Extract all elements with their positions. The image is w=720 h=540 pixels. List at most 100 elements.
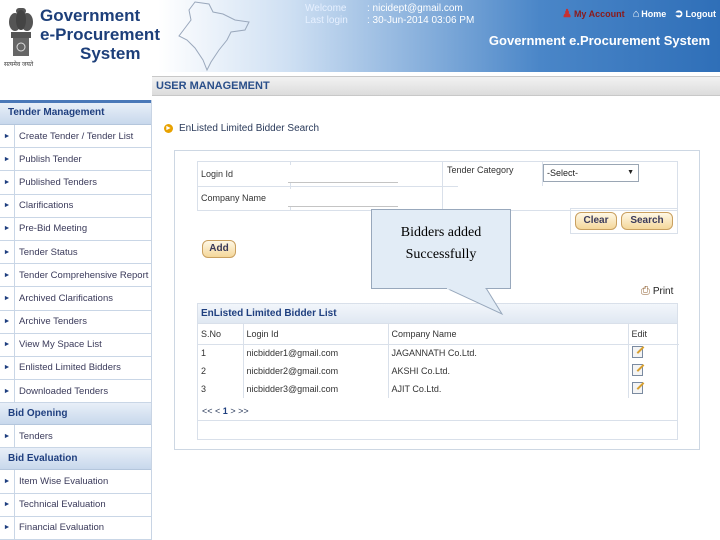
sidebar-item-clarifications[interactable]: ► Clarifications — [0, 194, 151, 218]
section-title: USER MANAGEMENT — [152, 76, 720, 96]
edit-icon[interactable] — [631, 382, 643, 394]
national-emblem-icon — [9, 8, 33, 56]
logout-icon: ➲ — [674, 8, 684, 20]
sidebar-item-technical-evaluation[interactable]: ► Technical Evaluation — [0, 493, 151, 517]
sidebar-item-publish-tender[interactable]: ► Publish Tender — [0, 148, 151, 172]
sidebar-item-tender-comprehensive-report[interactable]: ► Tender Comprehensive Report — [0, 264, 151, 288]
home-link[interactable]: ⌂ Home — [633, 7, 667, 20]
sidebar-item-published-tenders[interactable]: ► Published Tenders — [0, 171, 151, 195]
arrow-right-icon: ► — [3, 478, 11, 486]
clear-button[interactable]: Clear — [575, 212, 617, 230]
callout-tail — [446, 288, 504, 316]
arrow-right-icon: ► — [3, 524, 11, 532]
cell-company-name: AKSHI Co.Ltd. — [388, 362, 629, 380]
cell-sno: 1 — [198, 344, 244, 362]
arrow-right-icon: ► — [3, 132, 11, 140]
arrow-right-icon: ► — [3, 501, 11, 509]
last-login-label: Last login — [305, 15, 348, 26]
breadcrumb: ► EnListed Limited Bidder Search — [164, 123, 319, 134]
sidebar-item-downloaded-tenders[interactable]: ► Downloaded Tenders — [0, 380, 151, 404]
success-callout: Bidders added Successfully — [371, 209, 511, 289]
user-icon: ♟ — [562, 8, 572, 20]
pager-next[interactable]: > >> — [230, 406, 248, 416]
india-map-icon — [178, 1, 250, 72]
column-header-edit: Edit — [628, 324, 679, 345]
company-name-input[interactable] — [288, 189, 398, 207]
arrow-right-icon: ► — [3, 294, 11, 302]
logo-line-2: e-Procurement — [40, 25, 160, 44]
login-id-row: Login Id — [198, 165, 398, 183]
sidebar-group-bid-evaluation[interactable]: Bid Evaluation — [0, 448, 151, 471]
arrow-right-icon: ► — [3, 155, 11, 163]
print-link[interactable]: ⎙ Print — [641, 285, 673, 298]
logo-line-1: Government — [40, 6, 141, 25]
search-panel: Login Id Company Name Tender Category -S… — [174, 150, 700, 450]
login-id-input[interactable] — [288, 165, 398, 183]
sidebar-item-item-wise-evaluation[interactable]: ► Item Wise Evaluation — [0, 470, 151, 494]
last-login-value: : 30-Jun-2014 03:06 PM — [367, 15, 475, 26]
column-header-login-id: Login Id — [243, 324, 389, 345]
arrow-right-icon: ► — [3, 225, 11, 233]
bidder-table: S.No Login Id Company Name Edit 1 nicbid… — [198, 324, 679, 398]
cell-edit — [628, 362, 679, 380]
sidebar-item-create-tender[interactable]: ► Create Tender / Tender List — [0, 125, 151, 149]
add-button[interactable]: Add — [202, 240, 236, 258]
printer-icon: ⎙ — [641, 285, 650, 297]
my-account-link[interactable]: ♟ My Account — [562, 7, 625, 20]
sidebar-item-archive-tenders[interactable]: ► Archive Tenders — [0, 310, 151, 334]
company-name-label: Company Name — [201, 193, 267, 203]
logout-link[interactable]: ➲ Logout — [674, 7, 716, 20]
sidebar-item-pre-bid-meeting[interactable]: ► Pre-Bid Meeting — [0, 217, 151, 241]
pagination: << < 1 > >> — [202, 406, 249, 416]
cell-login-id: nicbidder2@gmail.com — [243, 362, 389, 380]
column-header-company-name: Company Name — [388, 324, 629, 345]
arrow-right-icon: ► — [3, 387, 11, 395]
caret-down-icon: ▼ — [627, 169, 634, 176]
breadcrumb-text: EnListed Limited Bidder Search — [179, 123, 320, 134]
cell-edit — [628, 380, 679, 398]
login-id-label: Login Id — [201, 169, 234, 179]
sidebar-item-financial-evaluation[interactable]: ► Financial Evaluation — [0, 516, 151, 540]
edit-icon[interactable] — [631, 346, 643, 359]
sidebar-item-view-my-space-list[interactable]: ► View My Space List — [0, 333, 151, 357]
sidebar-top-gap — [0, 72, 152, 100]
sidebar-item-enlisted-limited-bidders[interactable]: ► Enlisted Limited Bidders — [0, 356, 151, 381]
arrow-right-icon: ► — [3, 178, 11, 186]
table-header-row: S.No Login Id Company Name Edit — [198, 324, 679, 345]
bidder-list-title: EnListed Limited Bidder List — [198, 304, 677, 324]
sidebar-group-tender-management[interactable]: Tender Management — [0, 100, 151, 125]
cell-company-name: JAGANNATH Co.Ltd. — [388, 344, 629, 362]
sidebar-item-archived-clarifications[interactable]: ► Archived Clarifications — [0, 287, 151, 311]
pager-prev[interactable]: << < — [202, 406, 220, 416]
search-button[interactable]: Search — [621, 212, 673, 230]
pager-divider — [198, 420, 677, 421]
arrow-right-icon: ► — [3, 341, 11, 349]
cell-sno: 3 — [198, 380, 244, 398]
cell-login-id: nicbidder1@gmail.com — [243, 344, 389, 362]
bidder-list: EnListed Limited Bidder List S.No Login … — [197, 303, 679, 440]
cell-sno: 2 — [198, 362, 244, 380]
logo-line-3: System — [80, 44, 141, 63]
top-links: ♟ My Account ⌂ Home ➲ Logout — [562, 7, 716, 21]
system-title: Government e.Procurement System — [488, 33, 710, 48]
form-divider — [442, 162, 443, 210]
pager-current-page[interactable]: 1 — [223, 406, 228, 416]
sidebar-item-tender-status[interactable]: ► Tender Status — [0, 240, 151, 265]
tender-category-select[interactable]: -Select- ▼ — [543, 164, 639, 182]
action-buttons: Clear Search — [570, 208, 678, 234]
arrow-right-icon: ► — [3, 248, 11, 256]
welcome-value: : nicidept@gmail.com — [367, 3, 463, 14]
tender-category-row: Tender Category — [444, 165, 534, 175]
column-header-sno: S.No — [198, 324, 244, 345]
sidebar-group-bid-opening[interactable]: Bid Opening — [0, 403, 151, 426]
tender-category-label: Tender Category — [447, 165, 514, 175]
cell-login-id: nicbidder3@gmail.com — [243, 380, 389, 398]
sidebar-item-tenders[interactable]: ► Tenders — [0, 425, 151, 449]
cell-edit — [628, 344, 679, 362]
emblem-caption: सत्यमेव जयते — [4, 62, 34, 68]
header-banner: सत्यमेव जयते Government e-Procurement Sy… — [0, 0, 720, 72]
edit-icon[interactable] — [631, 364, 643, 376]
table-row: 2 nicbidder2@gmail.com AKSHI Co.Ltd. — [198, 362, 679, 380]
form-divider — [198, 186, 458, 187]
callout-line-2: Successfully — [405, 247, 477, 262]
